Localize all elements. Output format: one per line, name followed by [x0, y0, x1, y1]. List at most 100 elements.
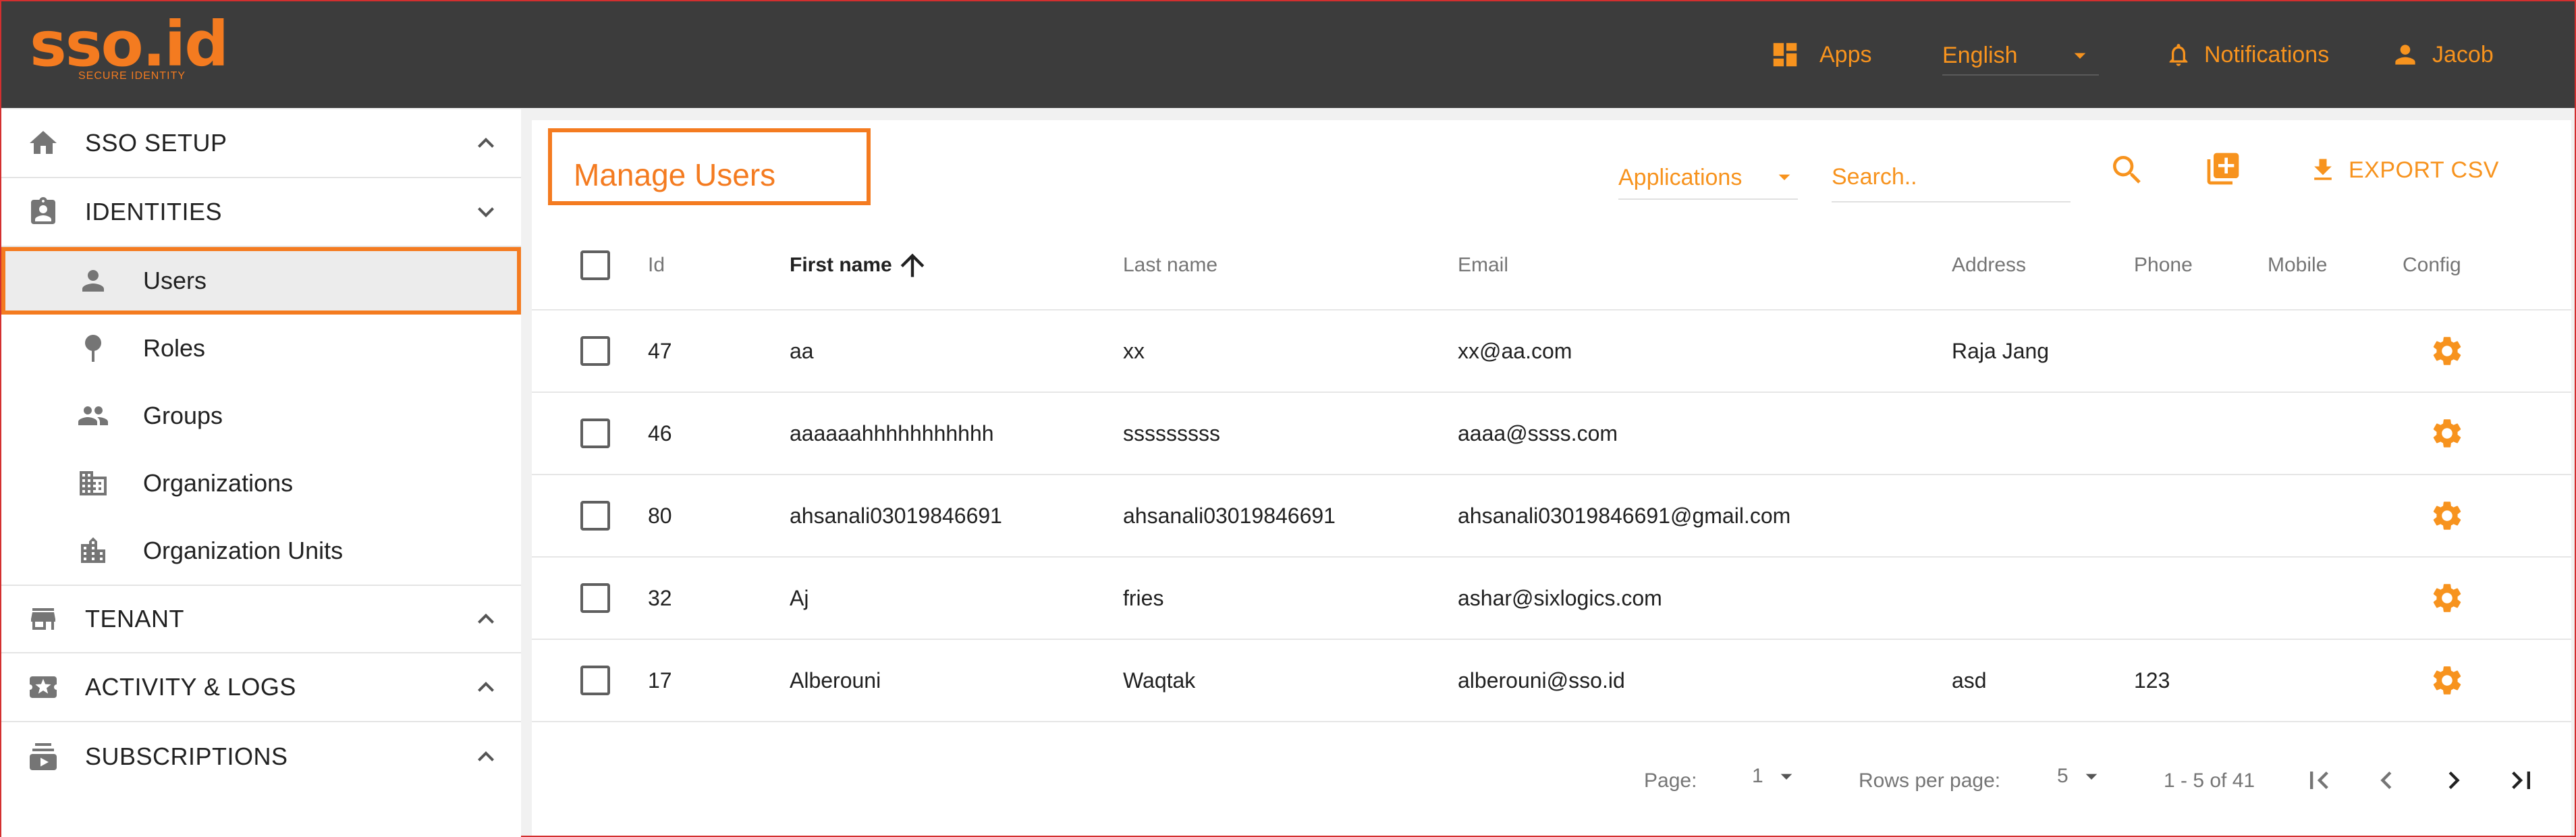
- pagination-bar: Page: 1 Rows per page: 5 1 - 5 of 41: [532, 745, 2571, 819]
- sidebar-section-tenant[interactable]: TENANT: [1, 585, 521, 653]
- sidebar-section-identities[interactable]: IDENTITIES: [1, 178, 521, 247]
- cell-email: aaaa@ssss.com: [1458, 421, 1618, 446]
- gear-icon[interactable]: [2430, 580, 2465, 616]
- column-header-address[interactable]: Address: [1952, 221, 2026, 309]
- page-label: Page:: [1644, 770, 1697, 792]
- sidebar-item-label: Roles: [143, 334, 206, 362]
- sidebar-section-sso-setup[interactable]: SSO SETUP: [1, 109, 521, 178]
- logo[interactable]: sso.id SECURE IDENTITY: [30, 14, 232, 88]
- cell-email: ahsanali03019846691@gmail.com: [1458, 503, 1791, 528]
- row-checkbox[interactable]: [580, 501, 610, 531]
- home-icon: [30, 131, 57, 154]
- gear-icon[interactable]: [2430, 663, 2465, 698]
- sidebar-section-subscriptions[interactable]: SUBSCRIPTIONS: [1, 722, 521, 791]
- cell-first-name: ahsanali03019846691: [790, 503, 1002, 528]
- row-select-cell: [580, 475, 610, 556]
- applications-filter-select[interactable]: Applications: [1618, 155, 1798, 200]
- last-page-icon[interactable]: [2504, 763, 2539, 798]
- top-app-bar: sso.id SECURE IDENTITY Apps English Noti…: [1, 1, 2575, 108]
- applications-filter-label: Applications: [1618, 165, 1743, 190]
- cell-id: 17: [648, 668, 672, 693]
- rows-per-page-select[interactable]: 5: [2057, 763, 2105, 790]
- gear-icon[interactable]: [2430, 333, 2465, 369]
- previous-page-icon[interactable]: [2369, 763, 2404, 798]
- row-checkbox[interactable]: [580, 583, 610, 613]
- sidebar-item-groups[interactable]: Groups: [1, 382, 521, 450]
- row-select-cell: [580, 310, 610, 392]
- language-select[interactable]: English: [1942, 36, 2099, 76]
- business-icon: [80, 471, 107, 495]
- export-csv-button[interactable]: EXPORT CSV: [2308, 155, 2499, 185]
- gear-icon[interactable]: [2430, 498, 2465, 533]
- page-value: 1: [1752, 765, 1763, 787]
- chevron-up-icon: [478, 751, 494, 761]
- row-checkbox[interactable]: [580, 666, 610, 695]
- cell-id: 46: [648, 421, 672, 446]
- pagination-range: 1 - 5 of 41: [2164, 770, 2255, 792]
- table-header-row: Id First name Last name Email Address Ph…: [532, 221, 2571, 310]
- notifications-button[interactable]: Notifications: [2165, 36, 2329, 73]
- config-cell: [2430, 640, 2465, 721]
- cell-first-name: Aj: [790, 585, 809, 610]
- download-icon: [2314, 159, 2332, 180]
- cell-id: 47: [648, 338, 672, 363]
- sidebar-section-label: SUBSCRIPTIONS: [85, 742, 288, 770]
- export-csv-label: EXPORT CSV: [2349, 157, 2499, 183]
- search-input[interactable]: [1832, 155, 2071, 198]
- subscriptions-icon: [30, 743, 57, 770]
- sidebar-section-activity-logs[interactable]: ACTIVITY & LOGS: [1, 653, 521, 722]
- caret-down-icon: [1778, 174, 1790, 180]
- people-icon: [78, 406, 108, 425]
- column-header-mobile[interactable]: Mobile: [2268, 221, 2327, 309]
- cell-first-name: Alberouni: [790, 668, 881, 693]
- cell-last-name: ahsanali03019846691: [1123, 503, 1336, 528]
- user-menu-button[interactable]: Jacob: [2390, 36, 2494, 73]
- logo-tagline: SECURE IDENTITY: [78, 70, 186, 82]
- cell-first-name: aaaaaahhhhhhhhhhh: [790, 421, 994, 446]
- gear-icon[interactable]: [2430, 416, 2465, 451]
- first-page-icon[interactable]: [2301, 763, 2336, 798]
- column-header-phone[interactable]: Phone: [2134, 221, 2193, 309]
- page-title-box: Manage Users: [548, 128, 871, 205]
- cell-email: xx@aa.com: [1458, 338, 1572, 363]
- table-row[interactable]: 46 aaaaaahhhhhhhhhhh sssssssss aaaa@ssss…: [532, 393, 2571, 475]
- sidebar-item-organizations[interactable]: Organizations: [1, 450, 521, 517]
- config-cell: [2430, 475, 2465, 556]
- sidebar-item-label: Organization Units: [143, 537, 344, 564]
- sidebar-section-label: SSO SETUP: [85, 129, 227, 157]
- add-user-icon[interactable]: [2204, 150, 2242, 188]
- dashboard-icon: [1773, 43, 1797, 67]
- row-checkbox[interactable]: [580, 418, 610, 448]
- page-select[interactable]: 1: [1752, 763, 1800, 790]
- column-header-first-name[interactable]: First name: [790, 221, 930, 309]
- column-header-id[interactable]: Id: [648, 221, 665, 309]
- select-all-checkbox[interactable]: [580, 250, 610, 280]
- chevron-up-icon: [478, 138, 494, 148]
- ticket-icon: [30, 676, 57, 698]
- table-row[interactable]: 47 aa xx xx@aa.com Raja Jang: [532, 310, 2571, 393]
- table-row[interactable]: 80 ahsanali03019846691 ahsanali030198466…: [532, 475, 2571, 558]
- sidebar-item-organization-units[interactable]: Organization Units: [1, 517, 521, 585]
- sidebar-item-users[interactable]: Users: [1, 247, 521, 315]
- next-page-icon[interactable]: [2436, 763, 2471, 798]
- table-row[interactable]: 17 Alberouni Waqtak alberouni@sso.id asd…: [532, 640, 2571, 722]
- apps-button[interactable]: Apps: [1770, 36, 1872, 73]
- search-icon[interactable]: [2108, 151, 2146, 189]
- column-header-email[interactable]: Email: [1458, 221, 1508, 309]
- user-name: Jacob: [2432, 41, 2494, 68]
- sidebar-item-roles[interactable]: Roles: [1, 315, 521, 382]
- caret-down-icon: [2074, 53, 2086, 59]
- column-header-label: First name: [790, 254, 892, 276]
- bell-icon: [2169, 44, 2188, 66]
- sidebar-section-label: IDENTITIES: [85, 198, 223, 225]
- sidebar-item-label: Groups: [143, 402, 223, 429]
- column-header-last-name[interactable]: Last name: [1123, 221, 1217, 309]
- apps-label: Apps: [1819, 41, 1872, 68]
- store-icon: [31, 608, 55, 630]
- sidebar: SSO SETUP IDENTITIES Users Roles Groups …: [1, 109, 521, 837]
- row-select-cell: [580, 393, 610, 474]
- row-checkbox[interactable]: [580, 336, 610, 366]
- row-select-cell: [580, 558, 610, 639]
- table-row[interactable]: 32 Aj fries ashar@sixlogics.com: [532, 558, 2571, 640]
- chevron-up-icon: [478, 614, 494, 624]
